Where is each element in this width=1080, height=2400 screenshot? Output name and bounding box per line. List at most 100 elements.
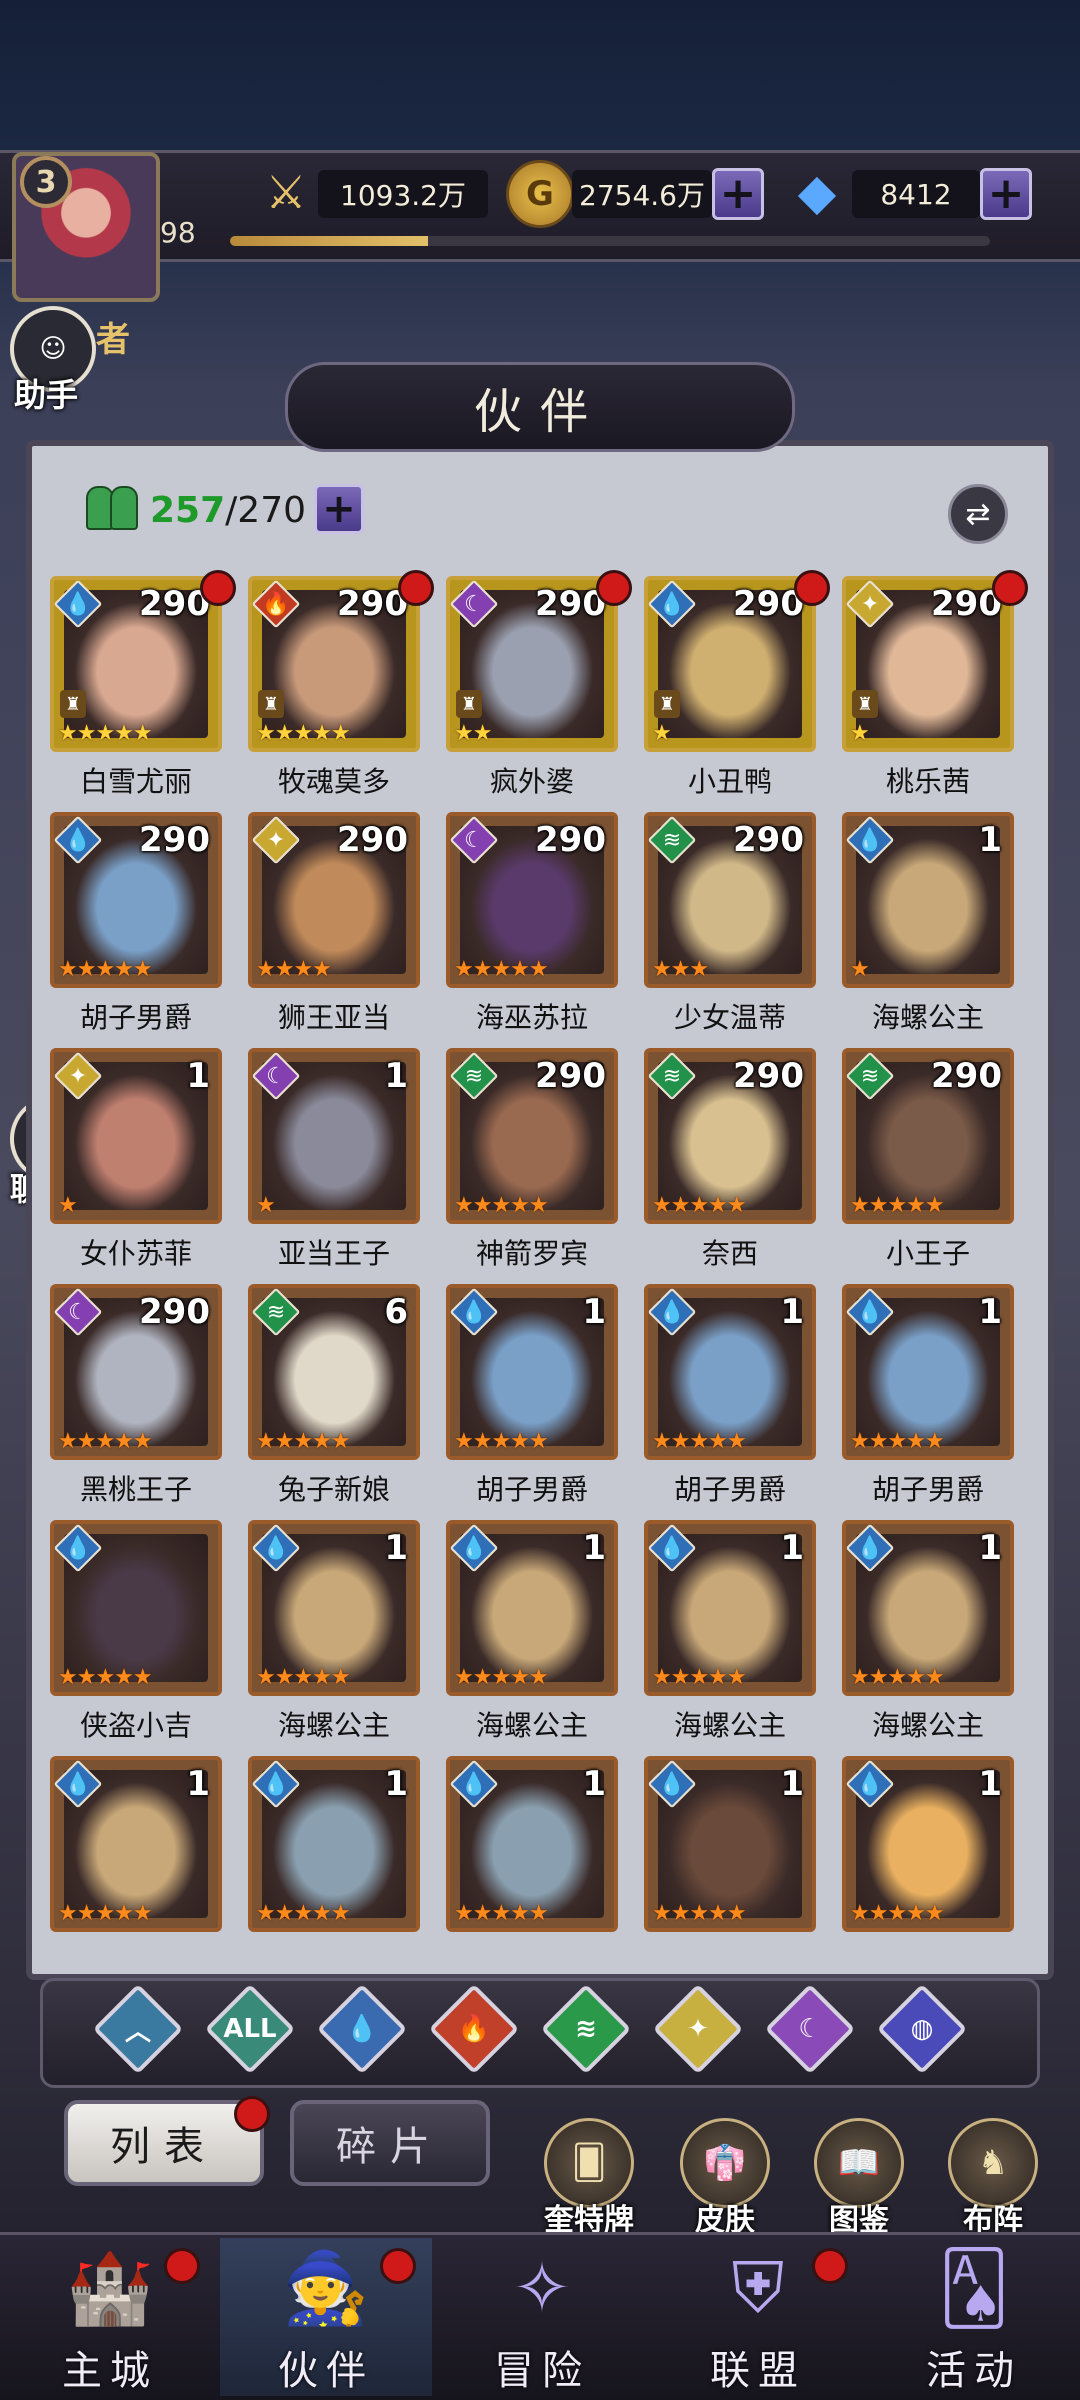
- gem-value: 8412: [852, 170, 980, 218]
- hero-name: 牧魂莫多: [277, 765, 390, 798]
- hero-card[interactable]: 💧 1 ★★★★★: [248, 1756, 420, 1932]
- hero-name: 海螺公主: [475, 1709, 588, 1742]
- element-glyph: 💧: [658, 1535, 686, 1561]
- hero-card[interactable]: 💧 1 ★: [842, 812, 1014, 988]
- hero-notification-dot: [398, 570, 434, 606]
- hero-card[interactable]: 💧 290 ♜ ★: [644, 576, 816, 752]
- hero-level: 1: [780, 1764, 804, 1804]
- hero-stars: ★★★★★: [652, 1901, 747, 1926]
- element-glyph: 🔥: [262, 591, 290, 617]
- hero-name: 疯外婆: [489, 765, 574, 798]
- hero-name: 海螺公主: [871, 1709, 984, 1742]
- hero-stars: ★: [850, 957, 870, 982]
- hero-notification-dot: [794, 570, 830, 606]
- guild-shield-icon: ⛨: [731, 2246, 785, 2329]
- hero-level: 1: [978, 1292, 1002, 1332]
- sort-toggle-button[interactable]: ⇄: [948, 484, 1008, 544]
- hero-card[interactable]: 💧 ★★★★★: [50, 1520, 222, 1696]
- hero-stars: ★★★★★: [850, 1901, 945, 1926]
- hero-name: 女仆苏菲: [79, 1237, 192, 1270]
- hero-card[interactable]: 💧 1 ★★★★★: [842, 1520, 1014, 1696]
- hero-card[interactable]: ✦ 290 ★★★★: [248, 812, 420, 988]
- hero-card[interactable]: ≋ 290 ★★★★★: [644, 1048, 816, 1224]
- element-glyph: ☾: [464, 591, 484, 617]
- hero-name: 兔子新娘: [277, 1473, 390, 1506]
- hero-name: 亚当王子: [277, 1237, 390, 1270]
- hero-card[interactable]: 💧 1 ★★★★★: [644, 1284, 816, 1460]
- hero-stars: ★★★★★: [454, 1429, 549, 1454]
- element-glyph: ✦: [266, 827, 286, 853]
- hero-card[interactable]: ≋ 6 ★★★★★: [248, 1284, 420, 1460]
- hero-stars: ★★★★★: [58, 957, 153, 982]
- hero-card[interactable]: ≋ 290 ★★★: [644, 812, 816, 988]
- expand-roster-button[interactable]: +: [314, 484, 364, 534]
- element-glyph: 💧: [64, 827, 92, 853]
- hero-stars: ★★★★★: [652, 1429, 747, 1454]
- hero-card[interactable]: ☾ 290 ★★★★★: [50, 1284, 222, 1460]
- hero-card[interactable]: 💧 1 ★★★★★: [644, 1520, 816, 1696]
- hero-card[interactable]: 💧 1 ★★★★★: [644, 1756, 816, 1932]
- hero-card[interactable]: 💧 1 ★★★★★: [50, 1756, 222, 1932]
- nav-label: 伙伴: [278, 2348, 374, 2394]
- hero-stars: ★★★★★: [454, 1901, 549, 1926]
- cards-icon: 🂡: [938, 2247, 1010, 2329]
- roster-count: 257/270: [150, 486, 320, 534]
- hero-level: 290: [535, 1056, 606, 1096]
- hero-name: 少女温蒂: [673, 1001, 786, 1034]
- nav-item-5[interactable]: 🂡 活动: [868, 2238, 1080, 2396]
- nav-item-3[interactable]: ✧ 冒险: [436, 2238, 648, 2396]
- tab-shards[interactable]: 碎片: [290, 2100, 490, 2186]
- element-glyph: 💧: [64, 1771, 92, 1797]
- hero-level: 290: [733, 1056, 804, 1096]
- element-glyph: 💧: [658, 591, 686, 617]
- hero-card[interactable]: 🔥 290 ♜ ★★★★★: [248, 576, 420, 752]
- hero-card[interactable]: ✦ 290 ♜ ★: [842, 576, 1014, 752]
- hero-card[interactable]: 💧 1 ★★★★★: [842, 1284, 1014, 1460]
- hero-level: 1: [186, 1764, 210, 1804]
- page-title: 伙伴: [473, 384, 606, 440]
- element-glyph: 💧: [64, 591, 92, 617]
- hero-level: 1: [582, 1292, 606, 1332]
- hero-level: 290: [337, 820, 408, 860]
- element-glyph: ☾: [464, 827, 484, 853]
- hero-card[interactable]: ≋ 290 ★★★★★: [446, 1048, 618, 1224]
- add-gold-button[interactable]: +: [712, 168, 764, 220]
- hero-level: 1: [186, 1056, 210, 1096]
- nav-label: 主城: [62, 2348, 158, 2394]
- hero-stars: ★: [652, 721, 672, 746]
- hero-name: 胡子男爵: [475, 1473, 588, 1506]
- add-gems-button[interactable]: +: [980, 168, 1032, 220]
- hero-card[interactable]: ≋ 290 ★★★★★: [842, 1048, 1014, 1224]
- hero-card[interactable]: ☾ 1 ★: [248, 1048, 420, 1224]
- hero-card[interactable]: ☾ 290 ★★★★★: [446, 812, 618, 988]
- hero-name: 海螺公主: [673, 1709, 786, 1742]
- hero-level: 1: [384, 1056, 408, 1096]
- hero-card[interactable]: 💧 1 ★★★★★: [248, 1520, 420, 1696]
- hero-name: 白雪尤丽: [79, 765, 192, 798]
- gold-coin-icon: G: [506, 160, 574, 228]
- roster-capacity: /270: [225, 489, 306, 531]
- element-glyph: ✦: [68, 1063, 88, 1089]
- hero-level: 290: [535, 820, 606, 860]
- hero-level: 1: [384, 1528, 408, 1568]
- hero-card[interactable]: 💧 1 ★★★★★: [446, 1284, 618, 1460]
- hero-card[interactable]: 💧 1 ★★★★★: [842, 1756, 1014, 1932]
- rank-badge-icon: ♜: [258, 690, 284, 718]
- hero-stars: ★★★★★: [652, 1665, 747, 1690]
- hero-level: 290: [139, 820, 210, 860]
- hero-name: 侠盗小吉: [79, 1709, 192, 1742]
- hero-card[interactable]: 💧 290 ♜ ★★★★★: [50, 576, 222, 752]
- hero-level: 1: [582, 1764, 606, 1804]
- hero-card[interactable]: ☾ 290 ♜ ★★: [446, 576, 618, 752]
- hero-card[interactable]: 💧 1 ★★★★★: [446, 1756, 618, 1932]
- player-title-fragment: 者: [96, 320, 130, 360]
- filter-water-icon: 💧: [345, 2014, 379, 2044]
- hero-card[interactable]: ✦ 1 ★: [50, 1048, 222, 1224]
- hero-stars: ★★★★★: [850, 1665, 945, 1690]
- hero-stars: ★★★★★: [58, 1665, 153, 1690]
- element-glyph: ≋: [662, 827, 682, 853]
- hero-card[interactable]: 💧 1 ★★★★★: [446, 1520, 618, 1696]
- hero-stars: ★★★★★: [850, 1193, 945, 1218]
- hero-card[interactable]: 💧 290 ★★★★★: [50, 812, 222, 988]
- rank-badge-icon: ♜: [852, 690, 878, 718]
